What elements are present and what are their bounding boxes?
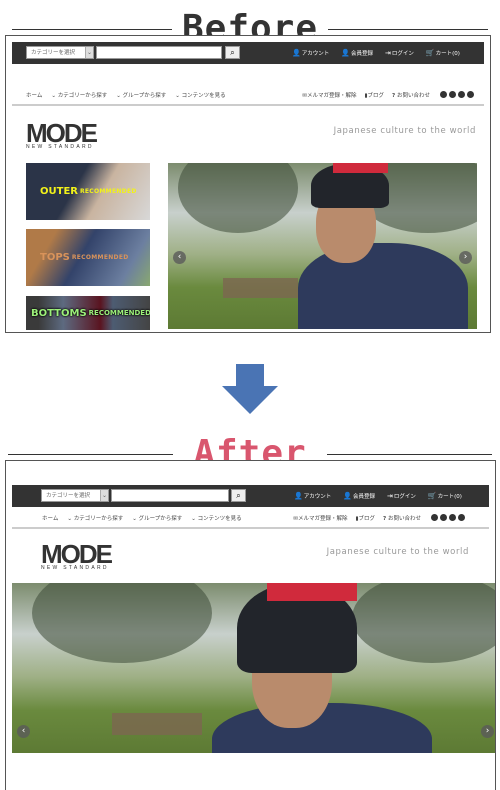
login-link[interactable]: ⇥ログイン [385, 49, 414, 57]
category-select[interactable]: カテゴリーを選択 ⌄ [41, 489, 109, 502]
nav-home[interactable]: ホーム [42, 514, 58, 522]
register-link[interactable]: 👤会員登録 [343, 492, 375, 500]
slide-prev-button[interactable]: ‹ [17, 725, 30, 738]
banner-tops[interactable]: TOPS RECOMMENDED [26, 229, 150, 286]
add-user-icon: 👤 [343, 492, 352, 500]
search-button[interactable]: ⌕ [225, 46, 240, 59]
nav-bar: ホーム ⌄ カテゴリーから探す ⌄ グループから探す ⌄ コンテンツを見る ✉メ… [12, 86, 484, 106]
google-plus-icon[interactable] [449, 513, 456, 521]
slide-next-button[interactable]: › [459, 251, 472, 264]
account-link[interactable]: 👤アカウント [292, 49, 329, 57]
question-icon: ? [392, 93, 396, 99]
pinterest-icon[interactable] [458, 513, 465, 521]
banner-bottoms[interactable]: BOTTOMS RECOMMENDED [26, 296, 150, 330]
before-screenshot: カテゴリーを選択 ⌄ ⌕ 👤アカウント 👤会員登録 ⇥ログイン 🛒カート(0) ホ… [5, 35, 491, 333]
nav-contact[interactable]: ? お問い合わせ [383, 514, 421, 522]
search-button[interactable]: ⌕ [231, 489, 246, 502]
login-icon: ⇥ [386, 492, 393, 500]
cart-icon: 🛒 [427, 492, 437, 500]
facebook-icon[interactable] [440, 513, 447, 521]
cart-icon: 🛒 [425, 49, 435, 57]
twitter-icon[interactable] [431, 513, 438, 521]
after-screenshot: カテゴリーを選択 ⌄ ⌕ 👤アカウント 👤会員登録 ⇥ログイン 🛒カート(0) ホ… [5, 460, 496, 790]
nav-contact[interactable]: ? お問い合わせ [392, 91, 430, 99]
nav-content[interactable]: ⌄ コンテンツを見る [191, 514, 241, 522]
google-plus-icon[interactable] [458, 90, 465, 98]
slide-next-button[interactable]: › [481, 725, 494, 738]
nav-category[interactable]: ⌄ カテゴリーから探す [67, 514, 123, 522]
question-icon: ? [383, 516, 387, 522]
user-icon: 👤 [292, 49, 301, 57]
logo[interactable]: MODE NEW STANDARD [41, 541, 113, 572]
tagline: Japanese culture to the world [333, 126, 476, 136]
login-icon: ⇥ [384, 49, 391, 57]
user-icon: 👤 [294, 492, 303, 500]
account-link[interactable]: 👤アカウント [294, 492, 331, 500]
nav-group[interactable]: ⌄ グループから探す [116, 91, 166, 99]
nav-home[interactable]: ホーム [26, 91, 42, 99]
nav-newsletter[interactable]: ✉メルマガ登録・解除 [302, 91, 356, 99]
nav-content[interactable]: ⌄ コンテンツを見る [175, 91, 225, 99]
banner-outer[interactable]: OUTER RECOMMENDED [26, 163, 150, 220]
add-user-icon: 👤 [341, 49, 350, 57]
nav-bar: ホーム ⌄ カテゴリーから探す ⌄ グループから探す ⌄ コンテンツを見る ✉メ… [12, 509, 489, 529]
nav-category[interactable]: ⌄ カテゴリーから探す [51, 91, 107, 99]
category-select[interactable]: カテゴリーを選択 ⌄ [26, 46, 94, 59]
search-input[interactable] [96, 46, 222, 59]
hero-slideshow[interactable]: ‹ › [12, 583, 495, 753]
search-input[interactable] [111, 489, 229, 502]
chevron-down-icon: ⌄ [100, 490, 108, 501]
register-link[interactable]: 👤会員登録 [341, 49, 373, 57]
logo[interactable]: MODE NEW STANDARD [26, 120, 98, 151]
tagline: Japanese culture to the world [326, 547, 469, 557]
account-menu: 👤アカウント 👤会員登録 ⇥ログイン 🛒カート(0) [294, 492, 462, 500]
account-menu: 👤アカウント 👤会員登録 ⇥ログイン 🛒カート(0) [292, 49, 460, 57]
nav-group[interactable]: ⌄ グループから探す [132, 514, 182, 522]
pinterest-icon[interactable] [467, 90, 474, 98]
cart-link[interactable]: 🛒カート(0) [428, 492, 462, 500]
twitter-icon[interactable] [440, 90, 447, 98]
login-link[interactable]: ⇥ログイン [387, 492, 416, 500]
nav-blog[interactable]: ▮ブログ [355, 514, 375, 522]
cart-link[interactable]: 🛒カート(0) [426, 49, 460, 57]
nav-newsletter[interactable]: ✉メルマガ登録・解除 [293, 514, 347, 522]
chevron-down-icon: ⌄ [85, 47, 93, 58]
nav-blog[interactable]: ▮ブログ [364, 91, 384, 99]
slide-prev-button[interactable]: ‹ [173, 251, 186, 264]
down-arrow-icon [222, 364, 278, 414]
facebook-icon[interactable] [449, 90, 456, 98]
hero-slideshow[interactable]: ‹ › [168, 163, 477, 329]
